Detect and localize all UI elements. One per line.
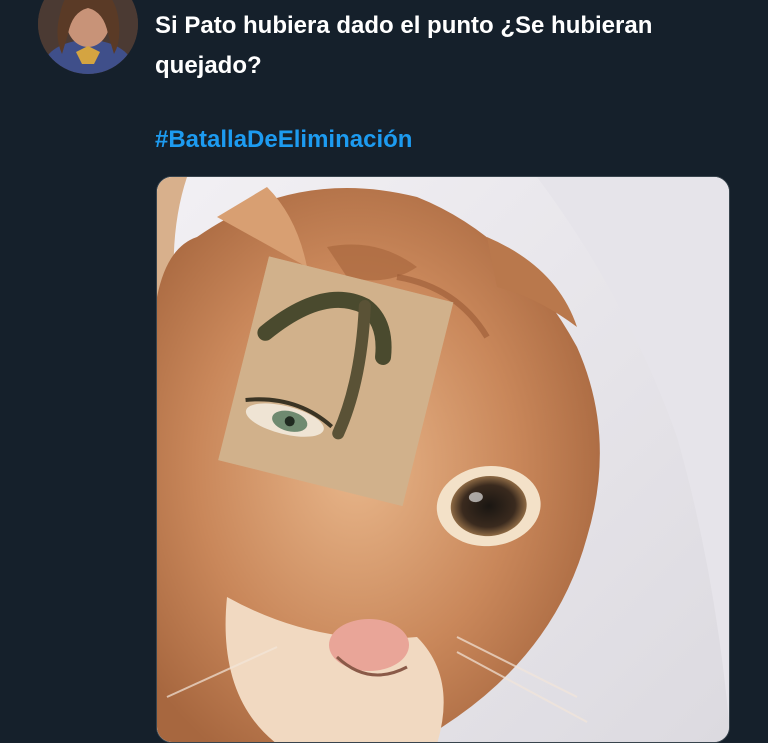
- tweet: Si Pato hubiera dado el punto ¿Se hubier…: [0, 0, 768, 743]
- cat-meme-icon: [157, 177, 729, 742]
- tweet-media-image[interactable]: [156, 176, 730, 743]
- hashtag-link[interactable]: #BatallaDeEliminación: [155, 122, 412, 158]
- avatar-icon: [38, 0, 138, 74]
- tweet-text: Si Pato hubiera dado el punto ¿Se hubier…: [155, 12, 653, 79]
- user-avatar[interactable]: [38, 0, 138, 74]
